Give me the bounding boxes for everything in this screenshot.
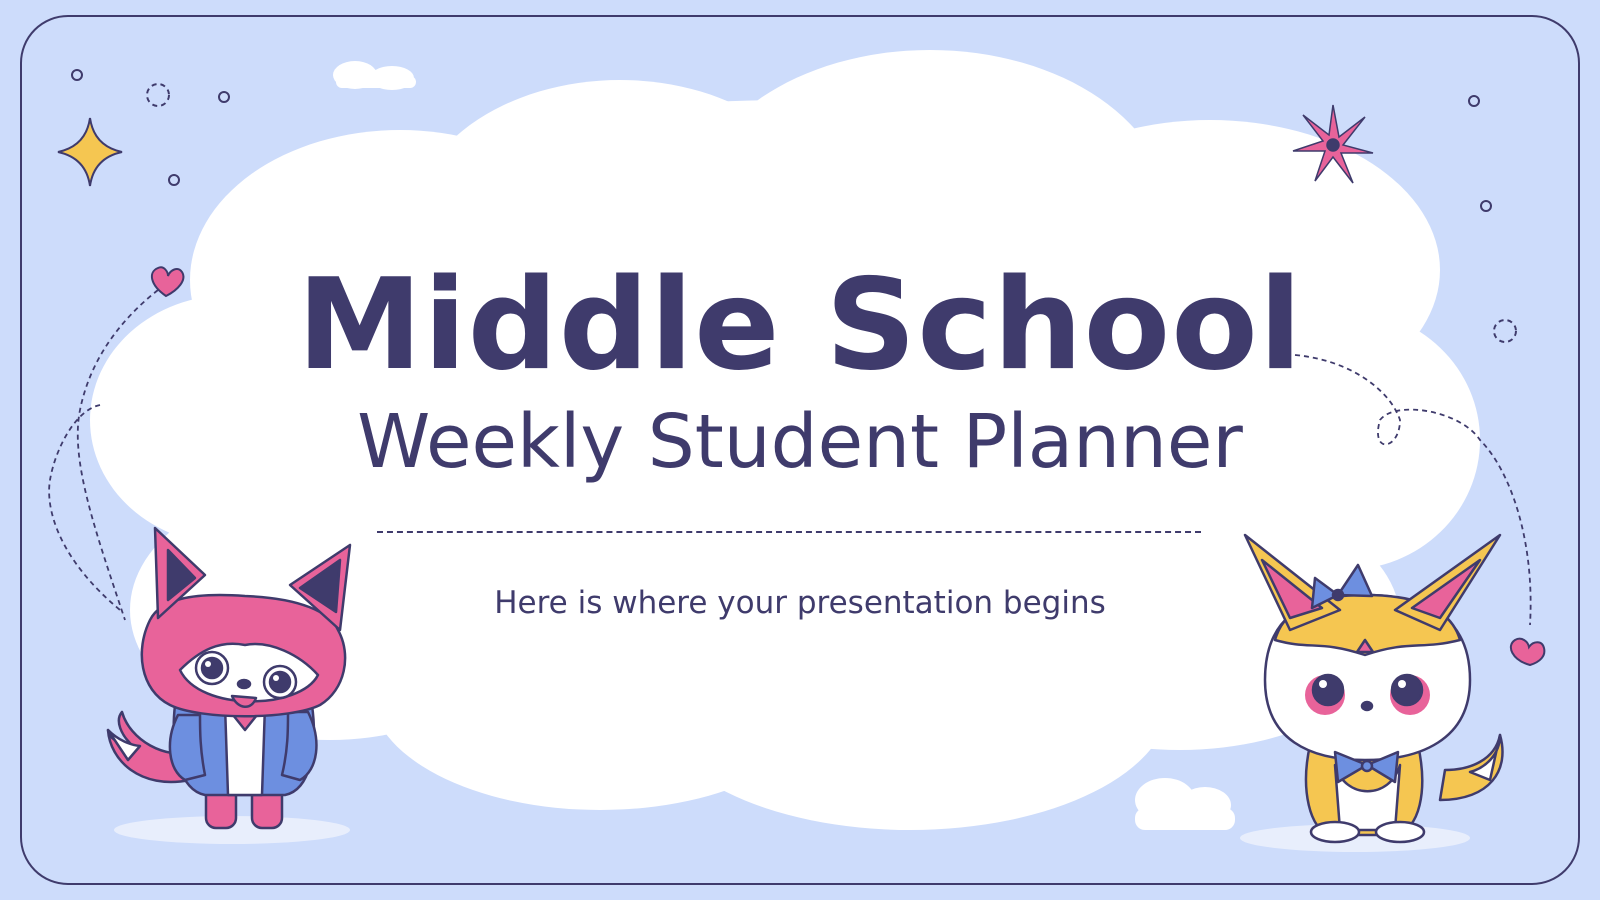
- small-cloud-icon: [333, 61, 416, 90]
- sparkle-icon: [57, 117, 123, 187]
- slide-title: Middle School: [297, 251, 1303, 398]
- small-cloud-icon: [1135, 778, 1235, 830]
- heart-icon: [1510, 637, 1546, 667]
- dashed-divider: [377, 531, 1201, 533]
- slide-tagline: Here is where your presentation begins: [494, 585, 1106, 621]
- slide-subtitle: Weekly Student Planner: [357, 399, 1243, 485]
